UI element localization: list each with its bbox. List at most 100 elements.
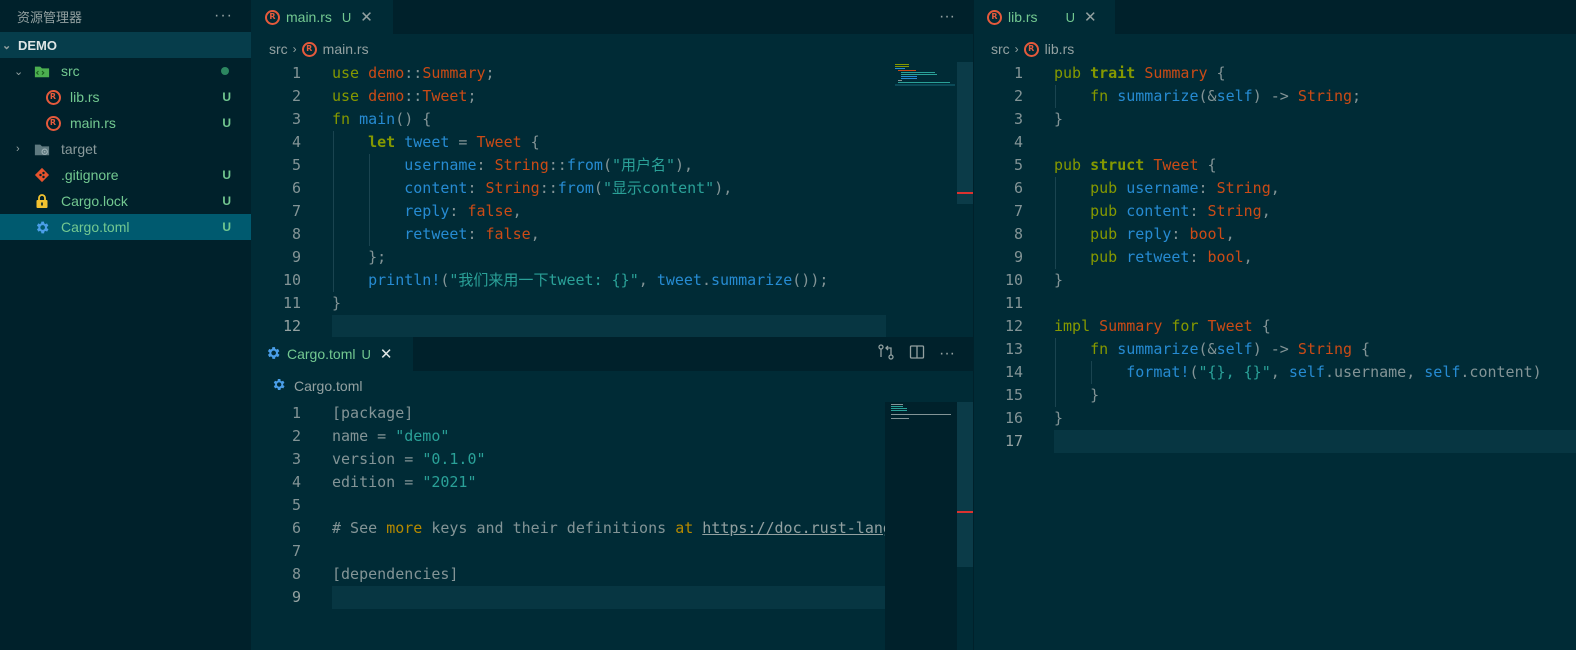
code-token: (& <box>1198 340 1217 358</box>
code-token: ; <box>467 87 477 105</box>
code-text: pub retweet: bool, <box>1054 246 1253 269</box>
project-folder-header[interactable]: ⌄ DEMO <box>0 32 251 58</box>
code-token: pub <box>1090 179 1127 197</box>
tree-item-label: lib.rs <box>70 89 100 105</box>
editor-group-main: R main.rs U ✕ ··· src › R main.rs 1 use d… <box>251 0 973 338</box>
code-line: 1 pub trait Summary { <box>973 62 1576 85</box>
open-changes-icon[interactable] <box>877 343 895 366</box>
tree-item-cargo-lock[interactable]: Cargo.lock U <box>0 188 251 214</box>
untracked-badge: U <box>222 116 231 130</box>
tab-bar: Cargo.toml U ✕ ··· <box>251 337 973 371</box>
vertical-scrollbar[interactable] <box>957 62 973 204</box>
line-number: 7 <box>291 542 301 560</box>
code-line: 3} <box>973 108 1576 131</box>
code-line: 1 [package] <box>251 402 885 425</box>
code-token: fn <box>1090 87 1118 105</box>
editor-group-lib: R lib.rs U ✕ src › R lib.rs 1 pub trait S… <box>973 0 1576 650</box>
code-token: :: <box>404 64 423 82</box>
chevron-down-icon: ⌄ <box>14 65 24 78</box>
code-token: { <box>1198 156 1217 174</box>
code-text: pub struct Tweet { <box>1054 154 1217 177</box>
code-token: summarize <box>711 271 793 289</box>
code-line: 3 fn main() { <box>251 108 891 131</box>
code-token: Tweet <box>422 87 468 105</box>
split-editor-icon[interactable] <box>909 344 925 365</box>
code-line: 1 use demo::Summary; <box>251 62 891 85</box>
tree-item-lib-rs[interactable]: R lib.rs U <box>0 84 251 110</box>
code-line: 2 use demo::Tweet; <box>251 85 891 108</box>
code-token: self <box>1216 87 1253 105</box>
code-token: self <box>1216 340 1253 358</box>
tree-item-gitignore[interactable]: .gitignore U <box>0 162 251 188</box>
code-text: pub reply: bool, <box>1054 223 1235 246</box>
code-token: .username, <box>1324 363 1425 381</box>
code-line: 12 <box>251 315 891 338</box>
code-text: pub username: String, <box>1054 177 1280 200</box>
code-editor-cargo[interactable]: 1 [package] 2 name = "demo" 3 version = "0.1.… <box>251 402 885 650</box>
breadcrumb-folder[interactable]: src <box>991 41 1010 57</box>
tree-item-main-rs[interactable]: R main.rs U <box>0 110 251 136</box>
untracked-badge: U <box>222 168 231 182</box>
tree-item-target[interactable]: › target <box>0 136 251 162</box>
line-number: 4 <box>1013 133 1023 151</box>
code-text: pub trait Summary { <box>1054 62 1226 85</box>
close-icon[interactable]: ✕ <box>1084 8 1097 26</box>
more-actions-icon[interactable]: ··· <box>939 8 955 26</box>
close-icon[interactable]: ✕ <box>360 8 373 26</box>
folder-target-icon <box>34 141 50 157</box>
code-line: 12 impl Summary for Tweet { <box>973 315 1576 338</box>
breadcrumb: src › R lib.rs <box>991 38 1074 60</box>
code-token: main <box>359 110 396 128</box>
close-icon[interactable]: ✕ <box>380 345 393 363</box>
code-token: "2021" <box>422 473 477 491</box>
code-line: 17 <box>973 430 1576 453</box>
minimap[interactable] <box>885 402 957 650</box>
line-number: 3 <box>291 110 301 128</box>
group-divider <box>973 0 974 650</box>
vertical-scrollbar[interactable] <box>957 402 973 567</box>
code-token: bool <box>1207 248 1244 266</box>
code-text: [package] <box>332 402 413 425</box>
link-text[interactable]: https://doc.rust-lang.org/cargo/referenc… <box>702 519 885 537</box>
code-line: 5 username: String::from("用户名"), <box>251 154 891 177</box>
code-token: from <box>566 156 603 174</box>
breadcrumb: Cargo.toml <box>271 375 362 397</box>
rust-file-icon: R <box>45 115 61 131</box>
breadcrumb-file[interactable]: Cargo.toml <box>294 378 362 394</box>
minimap[interactable] <box>893 62 955 92</box>
code-editor-main[interactable]: 1 use demo::Summary; 2 use demo::Tweet; 3 fn … <box>251 62 891 338</box>
code-line: 11} <box>251 292 891 315</box>
line-number: 2 <box>291 427 301 445</box>
breadcrumb-file[interactable]: main.rs <box>323 41 369 57</box>
more-actions-icon[interactable]: ··· <box>939 345 955 363</box>
code-token: } <box>332 294 342 312</box>
breadcrumb-file[interactable]: lib.rs <box>1045 41 1075 57</box>
line-number: 1 <box>291 404 301 422</box>
tree-item-cargo-toml[interactable]: Cargo.toml U <box>0 214 251 240</box>
code-token: String <box>1297 340 1353 358</box>
explorer-more-icon[interactable]: ··· <box>214 8 233 24</box>
code-token: pub <box>1054 64 1091 82</box>
code-token: more <box>386 519 423 537</box>
tab-lib-rs[interactable]: R lib.rs U ✕ <box>973 0 1115 34</box>
code-text: username: String::from("用户名"), <box>332 154 693 177</box>
code-token: fn <box>332 110 360 128</box>
line-number: 2 <box>291 87 301 105</box>
code-line: 15 } <box>973 384 1576 407</box>
code-token: } <box>1054 386 1100 404</box>
tab-cargo-toml[interactable]: Cargo.toml U ✕ <box>251 337 413 371</box>
code-text: name = "demo" <box>332 425 449 448</box>
tab-main-rs[interactable]: R main.rs U ✕ <box>251 0 393 34</box>
chevron-right-icon: › <box>292 42 297 56</box>
breadcrumb-folder[interactable]: src <box>269 41 288 57</box>
code-text: } <box>1054 407 1063 430</box>
code-text: use demo::Tweet; <box>332 85 477 108</box>
code-text: impl Summary for Tweet { <box>1054 315 1271 338</box>
code-editor-lib[interactable]: 1 pub trait Summary {2 fn summarize(&self… <box>973 62 1576 650</box>
tree-item-src[interactable]: ⌄ src <box>0 58 251 84</box>
code-token: : <box>1189 248 1208 266</box>
